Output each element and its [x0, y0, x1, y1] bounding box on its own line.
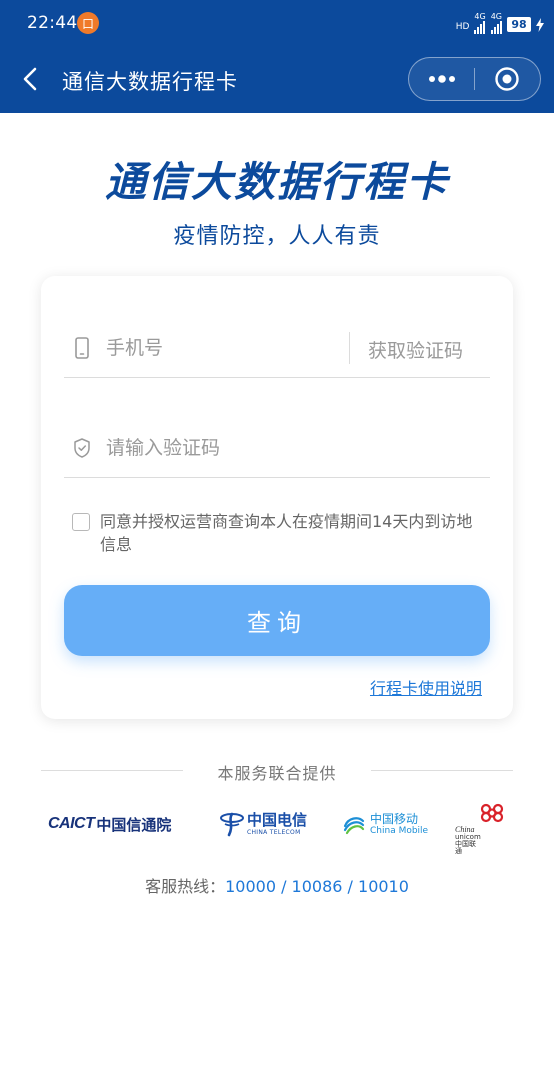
battery-icon: 98 [507, 17, 531, 32]
hotline-label: 客服热线： [145, 877, 226, 896]
network-label-1: 4G [474, 12, 486, 21]
nav-bar: 通信大数据行程卡 [0, 48, 554, 113]
phone-field: 获取验证码 [64, 318, 490, 378]
hd-indicator: HD [455, 22, 470, 32]
back-button[interactable] [14, 62, 48, 96]
china-telecom-logo: 中国电信 CHINA TELECOM [220, 806, 307, 842]
code-input[interactable] [106, 432, 466, 464]
status-indicators: HD 4G 4G 98 [456, 12, 544, 34]
caict-logo-en: CAICT [48, 815, 95, 832]
get-code-button[interactable]: 获取验证码 [368, 336, 463, 363]
mobile-logo-en: China Mobile [370, 825, 429, 836]
app-header: 22:44 口 HD 4G 4G 98 通信大数据行程卡 [0, 0, 554, 113]
hotline-numbers[interactable]: 10000 / 10086 / 10010 [225, 877, 409, 896]
signal-icon-2: 4G [490, 12, 502, 34]
caict-logo: CAICT 中国信通院 [48, 806, 171, 842]
more-button[interactable] [409, 57, 474, 101]
target-close-icon [495, 67, 520, 91]
status-time: 22:44 [27, 13, 78, 33]
hotline: 客服热线：10000 / 10086 / 10010 [0, 873, 554, 897]
login-card: 获取验证码 同意并授权运营商查询本人在疫情期间14天内到访地信息 查询 行程卡使… [41, 276, 513, 719]
caict-logo-cn: 中国信通院 [96, 815, 172, 834]
shield-check-icon [74, 438, 90, 458]
usage-guide-link[interactable]: 行程卡使用说明 [370, 675, 482, 699]
china-mobile-logo: 中国移动 China Mobile [342, 806, 428, 842]
telecom-mark-icon [220, 812, 244, 837]
provider-divider-right [371, 770, 513, 771]
query-button[interactable]: 查询 [64, 585, 490, 656]
provider-logos: CAICT 中国信通院 中国电信 CHINA TELECOM 中国移动 Chin… [0, 803, 554, 855]
network-label-2: 4G [490, 12, 502, 21]
field-divider [349, 332, 350, 364]
phone-input[interactable] [106, 332, 336, 364]
telecom-logo-en: CHINA TELECOM [247, 828, 301, 836]
mobile-logo-cn: 中国移动 [370, 811, 419, 826]
unicom-logo-cn: unicom中国联通 [455, 833, 481, 855]
telecom-logo-cn: 中国电信 [247, 810, 308, 829]
notification-app-icon: 口 [77, 12, 99, 34]
code-field [64, 418, 490, 478]
close-program-button[interactable] [475, 57, 540, 101]
signal-icon: 4G [474, 12, 486, 34]
nav-title: 通信大数据行程卡 [62, 70, 238, 94]
mobile-mark-icon [343, 817, 365, 835]
more-dots-icon [428, 75, 455, 83]
hero-subtitle: 疫情防控，人人有责 [173, 224, 381, 249]
agreement-text: 同意并授权运营商查询本人在疫情期间14天内到访地信息 [100, 512, 473, 554]
hero-title: 通信大数据行程卡 [105, 158, 449, 206]
phone-icon [75, 337, 89, 359]
charging-icon [536, 18, 544, 32]
provider-title: 本服务联合提供 [217, 764, 337, 783]
unicom-knot-icon [480, 803, 504, 823]
agreement-checkbox[interactable] [72, 513, 90, 531]
mini-program-capsule [408, 57, 541, 101]
chevron-left-icon [23, 67, 37, 91]
status-bar: 22:44 口 HD 4G 4G 98 [0, 0, 554, 48]
